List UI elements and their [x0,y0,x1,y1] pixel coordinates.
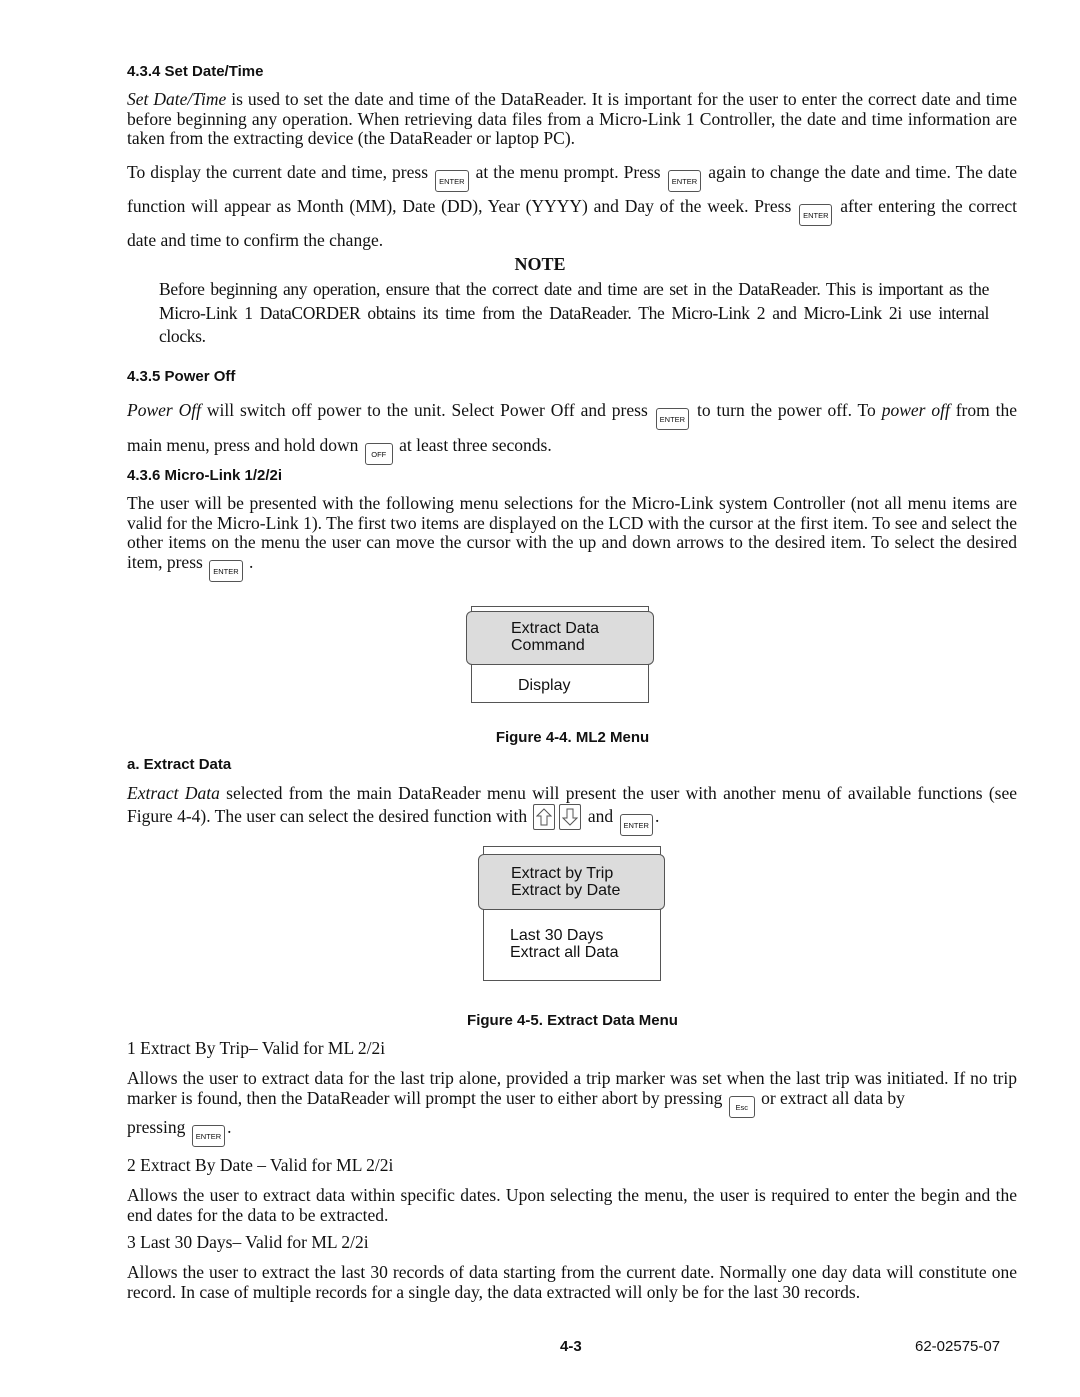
set-date-time-term: Set Date/Time [127,89,227,109]
section-heading-set-date-time: 4.3.4 Set Date/Time [127,63,264,80]
note-text: Before beginning any operation, ensure t… [159,279,989,346]
power-off-description: Power Off will switch off power to the u… [127,395,1017,465]
document-number: 62-02575-07 [915,1338,1001,1355]
item-3-title: 3 Last 30 Days– Valid for ML 2/2i [127,1232,369,1252]
menu-item-extract-by-trip: Extract by Trip [511,865,614,882]
section-heading-extract-data: a. Extract Data [127,756,232,773]
down-arrow-key-icon [559,804,582,830]
extract-data-term: Extract Data [127,783,220,803]
menu-item-extract-all-data[interactable]: Extract all Data [510,944,618,961]
item-1-description-cont: pressing ENTER. [127,1117,232,1147]
section-heading-power-off: 4.3.5 Power Off [127,368,236,385]
ml2-menu-selected-item[interactable]: Extract Data Command [466,611,654,665]
figure-4-5-caption: Figure 4-5. Extract Data Menu [467,1012,678,1029]
set-date-time-instructions: To display the current date and time, pr… [127,162,1018,250]
menu-item-last-30-days[interactable]: Last 30 Days [510,927,618,944]
section-heading-micro-link: 4.3.6 Micro-Link 1/2/2i [127,467,283,484]
off-key-icon: OFF [364,443,393,465]
menu-item-extract-by-date: Extract by Date [511,882,621,899]
item-3-description: Allows the user to extract the last 30 r… [127,1262,1017,1302]
enter-key-icon: ENTER [619,814,653,836]
power-off-term: Power Off [127,400,201,420]
up-arrow-key-icon [533,804,556,830]
menu-item-command: Command [511,637,585,654]
menu-item-display[interactable]: Display [518,677,570,694]
item-1-description: Allows the user to extract data for the … [127,1068,1017,1118]
item-2-title: 2 Extract By Date – Valid for ML 2/2i [127,1155,394,1175]
enter-key-icon: ENTER [799,204,833,226]
enter-key-icon: ENTER [191,1125,226,1147]
menu-item-extract-data: Extract Data [511,620,600,637]
extract-data-menu-selected-items[interactable]: Extract by Trip Extract by Date [478,854,665,910]
extract-data-menu-other-items: Last 30 Days Extract all Data [510,927,618,961]
enter-key-icon: ENTER [209,559,243,582]
set-date-time-text: is used to set the date and time of the … [127,89,1017,148]
micro-link-description: The user will be presented with the foll… [127,493,1017,582]
set-date-time-description: Set Date/Time is used to set the date an… [127,89,1017,149]
item-1-title: 1 Extract By Trip– Valid for ML 2/2i [127,1038,386,1058]
enter-key-icon: ENTER [435,170,469,192]
enter-key-icon: ENTER [655,408,690,430]
figure-4-4-caption: Figure 4-4. ML2 Menu [495,729,650,746]
note-title: NOTE [514,254,566,274]
item-2-description: Allows the user to extract data within s… [127,1185,1017,1225]
page-number: 4-3 [560,1338,582,1355]
enter-key-icon: ENTER [667,170,702,192]
extract-data-description: Extract Data selected from the main Data… [127,783,1017,836]
esc-key-icon: Esc [728,1095,755,1118]
